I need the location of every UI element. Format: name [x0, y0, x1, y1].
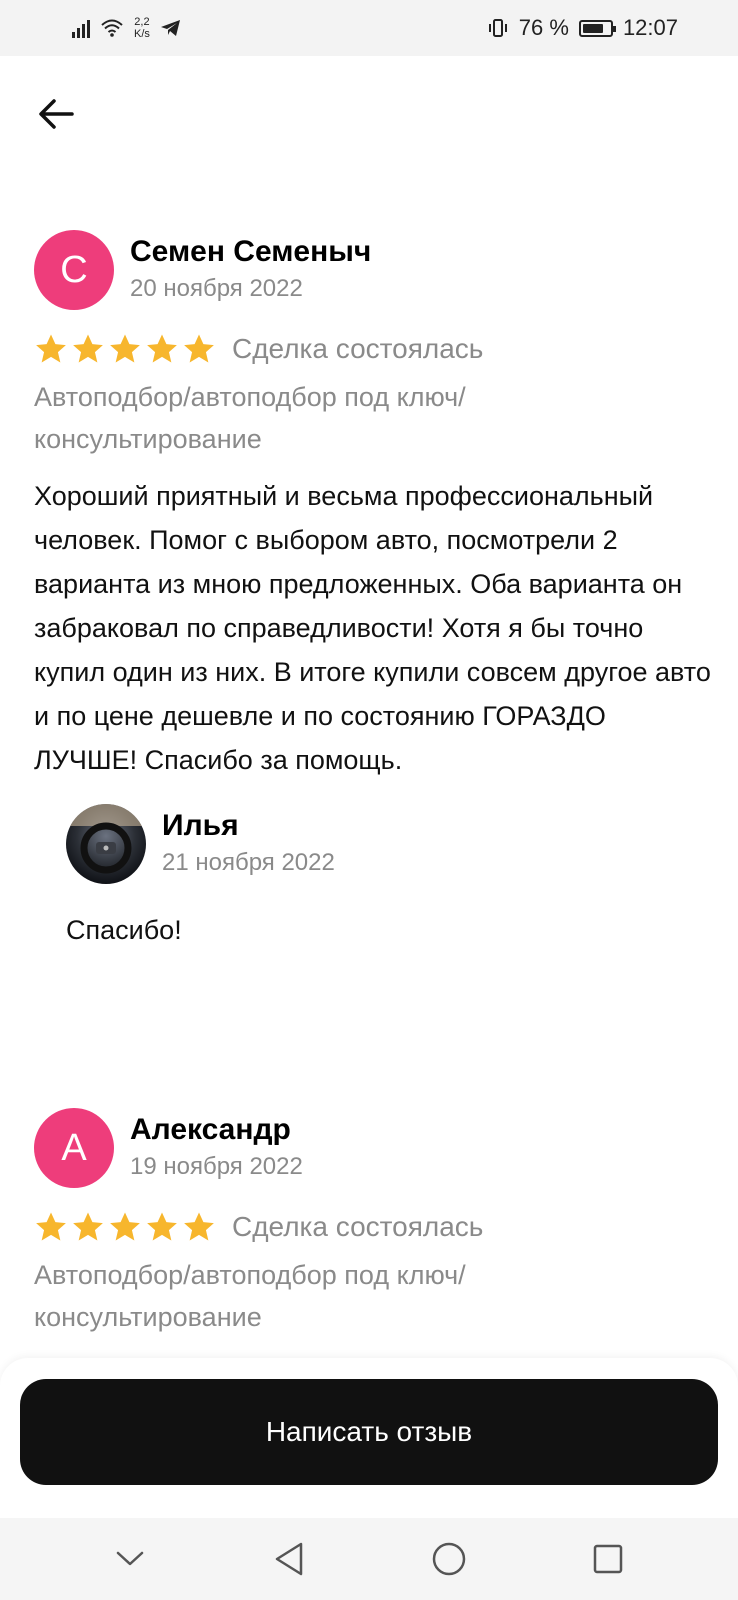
status-right: 76 % 12:07: [487, 15, 678, 41]
nav-back-button[interactable]: [259, 1529, 319, 1589]
review-author-block: Семен Семеныч 20 ноября 2022: [130, 234, 371, 306]
status-left: 2,2 K/s: [72, 16, 182, 40]
net-speed: 2,2 K/s: [134, 16, 150, 40]
star-icon: [73, 334, 103, 363]
review-card: А Александр 19 ноября 2022 Сделка состоя…: [34, 1108, 714, 1338]
reply-author: Илья: [162, 809, 239, 842]
star-icon: [184, 1212, 214, 1241]
avatar: С: [34, 230, 114, 310]
reply-date: 21 ноября 2022: [162, 849, 335, 876]
star-icon: [147, 334, 177, 363]
clock: 12:07: [622, 15, 678, 40]
rating-row: Сделка состоялась: [34, 1206, 714, 1248]
circle-home-icon: [432, 1542, 465, 1576]
star-icon: [73, 1212, 103, 1241]
review-author: Семен Семеныч: [130, 235, 372, 268]
star-rating: [34, 1210, 216, 1244]
reply-header: Илья 21 ноября 2022: [66, 804, 714, 884]
review-date: 20 ноября 2022: [130, 275, 303, 302]
battery-fill: [582, 23, 603, 33]
review-category: Автоподбор/автоподбор под ключ/ консульт…: [34, 1260, 466, 1332]
wifi-icon: [101, 19, 123, 37]
review-text: Хороший приятный и весьма профессиональн…: [34, 481, 711, 775]
deal-status: Сделка состоялась: [232, 333, 484, 364]
nav-home-button[interactable]: [419, 1529, 479, 1589]
reply-avatar: [66, 804, 146, 884]
nav-hide-button[interactable]: [100, 1529, 160, 1589]
write-review-button[interactable]: Написать отзыв: [20, 1379, 718, 1485]
review-header: С Семен Семеныч 20 ноября 2022: [34, 230, 714, 310]
star-icon: [110, 1212, 140, 1241]
telegram-icon: [160, 20, 180, 36]
star-icon: [184, 334, 214, 363]
net-speed-value: 2,2: [134, 16, 150, 28]
battery-percent: 76 %: [518, 15, 569, 40]
star-icon: [110, 334, 140, 363]
review-category: Автоподбор/автоподбор под ключ/ консульт…: [34, 382, 466, 454]
reply-block: Илья 21 ноября 2022 Спасибо!: [66, 804, 714, 950]
review-date: 19 ноября 2022: [130, 1153, 303, 1180]
chevron-down-icon: [116, 1551, 143, 1566]
star-icon: [36, 1212, 66, 1241]
back-button[interactable]: [34, 92, 78, 136]
signal-icon: [72, 18, 90, 38]
star-rating: [34, 332, 216, 366]
star-icon: [36, 334, 66, 363]
square-recent-icon: [594, 1544, 623, 1574]
rating-row: Сделка состоялась: [34, 328, 714, 370]
review-card: С Семен Семеныч 20 ноября 2022 Сделка со…: [34, 230, 714, 950]
review-author: Александр: [130, 1113, 291, 1146]
nav-recent-button[interactable]: [578, 1529, 638, 1589]
avatar: А: [34, 1108, 114, 1188]
vibrate-icon: [488, 19, 507, 37]
reply-author-block: Илья 21 ноября 2022: [162, 808, 335, 880]
battery-icon: [578, 19, 616, 37]
arrow-left-icon: [39, 99, 74, 129]
net-speed-unit: K/s: [134, 28, 150, 40]
reply-text: Спасибо!: [66, 915, 182, 945]
triangle-back-icon: [276, 1542, 303, 1576]
review-header: А Александр 19 ноября 2022: [34, 1108, 714, 1188]
star-icon: [147, 1212, 177, 1241]
review-author-block: Александр 19 ноября 2022: [130, 1112, 303, 1184]
system-nav-bar: [0, 1518, 738, 1600]
deal-status: Сделка состоялась: [232, 1211, 484, 1242]
status-bar: 2,2 K/s 76 % 12:07: [0, 0, 738, 56]
